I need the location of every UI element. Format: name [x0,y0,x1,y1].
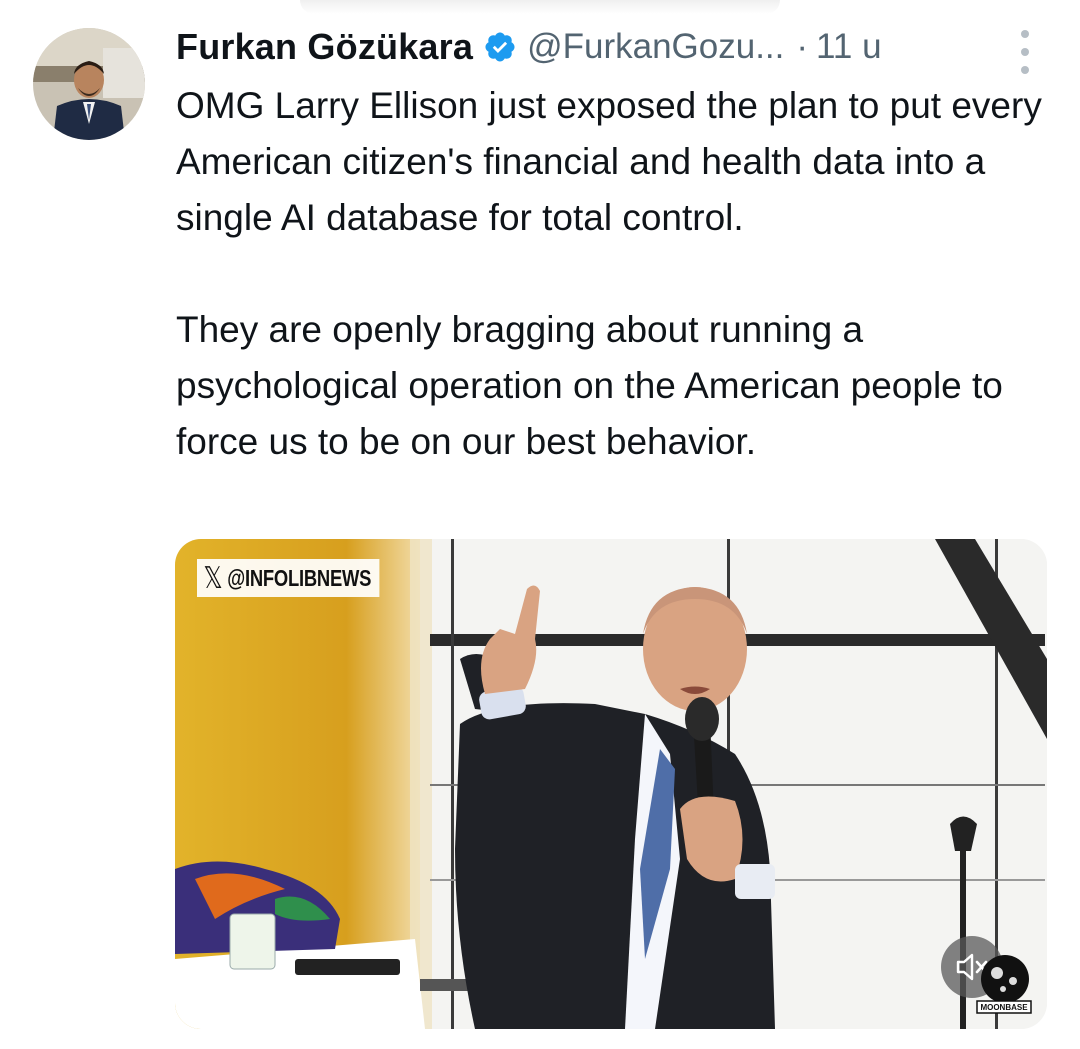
avatar-image [33,28,145,140]
video-watermark: 𝕏 @INFOLIBNEWS [197,559,380,597]
post-paragraph: OMG Larry Ellison just exposed the plan … [176,85,1042,238]
more-dot [1021,30,1029,38]
top-fade [300,0,780,14]
moonbase-label: MOONBASE [980,1003,1028,1012]
more-dot [1021,66,1029,74]
x-logo-icon: 𝕏 [203,561,223,595]
author-name[interactable]: Furkan Gözükara [176,26,473,68]
post-paragraph: They are openly bragging about running a… [176,309,1003,462]
post-timestamp[interactable]: 11 u [816,27,882,67]
verified-badge-icon [485,32,515,62]
moonbase-logo-icon: MOONBASE [976,955,1032,1014]
avatar[interactable] [33,28,145,140]
video-frame [175,539,1047,1029]
more-dot [1021,48,1029,56]
author-handle[interactable]: @FurkanGozu... [527,27,784,67]
watermark-handle: @INFOLIBNEWS [227,564,372,591]
moonbase-badge: MOONBASE [975,951,1033,1015]
more-options-icon[interactable] [1015,30,1035,74]
post-header: Furkan Gözükara @FurkanGozu... · 11 u [176,22,1056,72]
post-video[interactable]: 𝕏 @INFOLIBNEWS MOONBASE [175,539,1047,1029]
post-text: OMG Larry Ellison just exposed the plan … [176,78,1056,470]
separator-dot: · [796,27,809,66]
